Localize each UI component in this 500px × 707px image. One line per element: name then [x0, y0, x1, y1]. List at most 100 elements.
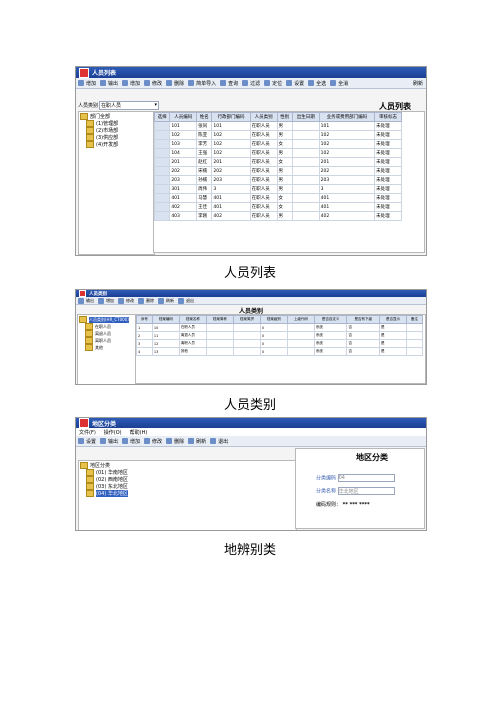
column-header[interactable]: 序号	[136, 315, 153, 324]
tree-node[interactable]: (02) 西南地区	[80, 476, 295, 483]
toolbar-button-icon	[166, 80, 173, 86]
toolbar-button[interactable]: 过滤	[242, 80, 260, 87]
folder-icon	[85, 330, 93, 337]
toolbar-button[interactable]: 设置	[78, 438, 96, 445]
menu-item[interactable]: 帮助(H)	[130, 429, 148, 436]
toolbar-button[interactable]: 输出	[100, 80, 118, 87]
tree-node[interactable]: 离职人员	[79, 337, 135, 344]
table-row[interactable]: 1 10 在职人员 0 系统否是	[136, 323, 423, 332]
toolbar-button[interactable]: 定位	[264, 80, 282, 87]
folder-icon	[85, 344, 93, 351]
column-header[interactable]: 审核标志	[374, 112, 402, 122]
table-row[interactable]: 403 李刚 402 在职人员男 402 未处理	[154, 211, 402, 221]
table-row[interactable]: 202 宋楠 202 在职人员男 202 未处理	[154, 166, 402, 176]
toolbar-button[interactable]: 增加	[78, 80, 96, 87]
toolbar-button[interactable]: 退出	[210, 438, 228, 445]
tree-node[interactable]: 部门全部	[80, 113, 153, 120]
toolbar-button[interactable]: 修改	[118, 297, 134, 304]
table-row[interactable]: 101 张同 101 在职人员男 101 未处理	[154, 121, 402, 131]
column-header[interactable]: 出生日期	[291, 112, 320, 122]
column-header[interactable]: 选择	[154, 112, 171, 122]
name-field-input[interactable]: 华北地区	[337, 487, 395, 495]
toolbar-button[interactable]: 查询	[220, 80, 238, 87]
table-row[interactable]: 201 赵红 201 在职人员女 201 未处理	[154, 157, 402, 167]
toolbar-button[interactable]: 全消	[330, 80, 348, 87]
table-row[interactable]: 401 马慧 401 在职人员女 401 未处理	[154, 193, 402, 203]
tree-node[interactable]: (4)开发部	[80, 141, 153, 148]
table-row[interactable]: 301 周伟 3 在职人员男 3 未处理	[154, 184, 402, 194]
toolbar-button[interactable]: 刷新	[188, 438, 206, 445]
table-cell: 赵红	[196, 157, 213, 167]
column-header[interactable]: 档案级别	[259, 315, 288, 324]
tree-node[interactable]: (04) 华北地区	[80, 490, 295, 497]
tree-node[interactable]: (03) 东北地区	[80, 483, 295, 490]
column-header[interactable]: 档案名称	[178, 315, 207, 324]
toolbar-button[interactable]: 修改	[144, 80, 162, 87]
menu-item[interactable]: 文件(F)	[79, 429, 96, 436]
column-header[interactable]: 备注	[406, 315, 423, 324]
column-header[interactable]: 档案简称	[205, 315, 234, 324]
tree-node[interactable]: (3)供应部	[80, 134, 153, 141]
table-row[interactable]: 102 陈亚 102 在职人员男 102 未处理	[154, 130, 402, 140]
column-header[interactable]: 是否自定义	[313, 315, 348, 324]
toolbar-button[interactable]: 简单导入	[188, 80, 216, 87]
menu-item[interactable]: 操作(O)	[104, 429, 122, 436]
toolbar-button[interactable]: 输出	[100, 438, 118, 445]
column-header[interactable]: 上级代码	[286, 315, 315, 324]
type-filter-select[interactable]: 在职人员 ▾	[99, 101, 160, 110]
toolbar-button[interactable]: 修改	[144, 438, 162, 445]
table-cell	[154, 175, 171, 185]
table-row[interactable]: 103 李芳 102 在职人员女 102 未处理	[154, 139, 402, 149]
window-title: 人员类别	[89, 291, 107, 297]
column-header[interactable]: 人员类别	[249, 112, 278, 122]
code-field-input[interactable]: 04	[337, 474, 395, 482]
tree-node[interactable]: (2)市场部	[80, 127, 153, 134]
toolbar-button[interactable]: 设置	[286, 80, 304, 87]
table-row[interactable]: 203 孙楠 203 在职人员男 203 未处理	[154, 175, 402, 185]
table-row[interactable]: 4 13 其他 0 系统否是	[136, 347, 423, 356]
refresh-button[interactable]: 刷新	[413, 80, 423, 87]
table-row[interactable]: 402 王佳 401 在职人员女 401 未处理	[154, 202, 402, 212]
toolbar-button[interactable]: 退出	[178, 297, 194, 304]
column-header[interactable]: 人员编码	[169, 112, 198, 122]
table-row[interactable]: 2 11 离退人员 0 系统否是	[136, 331, 423, 340]
table-cell: 102	[318, 130, 376, 140]
column-header[interactable]: 是否有下级	[346, 315, 380, 324]
toolbar-button-icon	[78, 80, 84, 86]
table-cell: 201	[318, 157, 376, 167]
toolbar-button[interactable]: 删除	[166, 80, 184, 87]
table-cell: 0	[259, 339, 288, 348]
toolbar-button[interactable]: 输出	[78, 297, 94, 304]
column-header[interactable]: 档案简拼	[232, 315, 261, 324]
table-cell: 11	[151, 331, 180, 340]
column-header[interactable]: 姓名	[196, 112, 213, 122]
toolbar-button[interactable]: 删除	[166, 438, 184, 445]
table-cell: 3	[136, 339, 153, 348]
column-header[interactable]: 性别	[276, 112, 293, 122]
table-cell	[291, 184, 320, 194]
table-cell: 101	[211, 121, 251, 131]
tree-node[interactable]: 人员类别(HR_CT000)	[79, 316, 135, 323]
tree-node[interactable]: 在职人员	[79, 323, 135, 330]
toolbar-button[interactable]: 删除	[138, 297, 154, 304]
folder-icon	[79, 316, 87, 323]
table-cell: 男	[276, 184, 293, 194]
column-header[interactable]: 是否显示	[379, 315, 407, 324]
tree-node[interactable]: (01) 华南地区	[80, 469, 295, 476]
toolbar-button[interactable]: 增加	[122, 80, 140, 87]
tree-node[interactable]: (1)管理部	[80, 120, 153, 127]
toolbar-button[interactable]: 刷新	[158, 297, 174, 304]
tree-node[interactable]: 离退人员	[79, 330, 135, 337]
table-cell	[406, 323, 423, 332]
table-row[interactable]: 104 王强 102 在职人员男 102 未处理	[154, 148, 402, 158]
table-cell: 否	[346, 331, 380, 340]
column-header[interactable]: 行政部门编码	[211, 112, 251, 122]
toolbar-button[interactable]: 增加	[122, 438, 140, 445]
tree-node[interactable]: 地区分类	[80, 462, 295, 469]
column-header[interactable]: 业务或费用部门编码	[318, 112, 376, 122]
column-header[interactable]: 档案编码	[151, 315, 180, 324]
toolbar-button[interactable]: 增加	[98, 297, 114, 304]
toolbar-button[interactable]: 全选	[308, 80, 326, 87]
tree-node[interactable]: 其他	[79, 344, 135, 351]
table-row[interactable]: 3 12 离职人员 0 系统否是	[136, 339, 423, 348]
